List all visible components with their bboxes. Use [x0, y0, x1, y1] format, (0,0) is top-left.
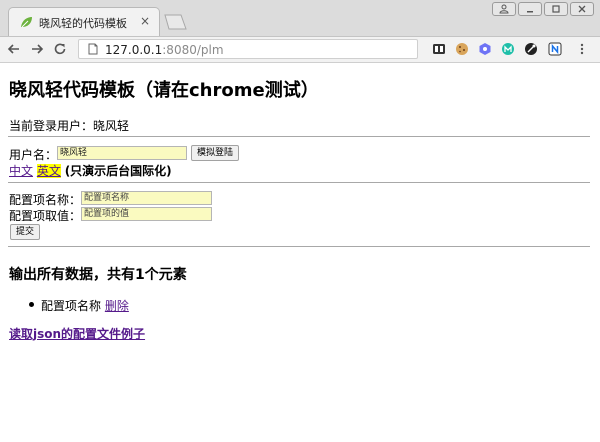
- mercury-extension-icon[interactable]: [501, 42, 515, 56]
- cookie-extension-icon[interactable]: [455, 42, 469, 56]
- browser-tab[interactable]: 晓风轻的代码模板 ×: [8, 7, 160, 36]
- close-window-button[interactable]: [570, 2, 594, 16]
- chinese-link[interactable]: 中文: [9, 164, 33, 178]
- url-text: 127.0.0.1:8080/plm: [105, 43, 224, 57]
- new-tab-button[interactable]: [162, 14, 188, 30]
- browser-toolbar: 127.0.0.1:8080/plm: [0, 37, 600, 63]
- list-item-name: 配置项名称: [41, 299, 102, 313]
- reload-icon[interactable]: [52, 41, 68, 57]
- person-icon: [499, 4, 509, 14]
- language-note: (只演示后台国际化): [64, 164, 172, 178]
- notion-extension-icon[interactable]: [548, 42, 562, 56]
- english-link[interactable]: 英文: [36, 164, 61, 178]
- close-icon: [578, 5, 586, 13]
- leaf-icon: [21, 17, 32, 28]
- login-button[interactable]: 模拟登陆: [191, 145, 240, 161]
- tab-title: 晓风轻的代码模板: [39, 17, 127, 30]
- json-example-line: 读取json的配置文件例子: [9, 325, 145, 342]
- language-line: 中文 英文 (只演示后台国际化): [9, 162, 172, 179]
- forward-arrow-icon[interactable]: [29, 41, 45, 57]
- window-controls: [492, 2, 594, 16]
- list-bullet: [29, 302, 34, 307]
- page-info-icon[interactable]: [87, 43, 99, 55]
- minimize-button[interactable]: [518, 2, 542, 16]
- delete-link[interactable]: 删除: [105, 299, 129, 313]
- username-label: 用户名：: [9, 148, 58, 162]
- config-name-input[interactable]: 配置项名称: [81, 191, 212, 205]
- profile-button[interactable]: [492, 2, 516, 16]
- back-arrow-icon[interactable]: [6, 41, 22, 57]
- page-title: 晓风轻代码模板（请在chrome测试）: [9, 80, 319, 101]
- reader-extension-icon[interactable]: [432, 42, 446, 56]
- address-bar[interactable]: 127.0.0.1:8080/plm: [78, 39, 418, 59]
- config-value-input[interactable]: 配置项的值: [81, 207, 212, 221]
- current-user-line: 当前登录用户：晓风轻: [9, 117, 129, 134]
- menu-icon[interactable]: [575, 42, 589, 56]
- minimize-icon: [527, 11, 533, 13]
- current-user-label: 当前登录用户：: [9, 119, 94, 133]
- json-example-link[interactable]: 读取json的配置文件例子: [9, 327, 145, 341]
- output-heading: 输出所有数据，共有1个元素: [9, 267, 187, 283]
- color-picker-extension-icon[interactable]: [524, 42, 538, 56]
- maximize-button[interactable]: [544, 2, 568, 16]
- divider: [8, 182, 590, 183]
- url-path: :8080/plm: [162, 43, 224, 57]
- submit-button[interactable]: 提交: [10, 224, 41, 240]
- config-name-label: 配置项名称：: [9, 193, 82, 207]
- list-item: 配置项名称 删除: [41, 297, 129, 314]
- tab-close-button[interactable]: ×: [140, 14, 150, 28]
- maximize-icon: [552, 5, 560, 13]
- url-host: 127.0.0.1: [105, 43, 163, 57]
- divider: [8, 136, 590, 137]
- config-value-label: 配置项取值：: [9, 209, 82, 223]
- page-content: 晓风轻代码模板（请在chrome测试） 当前登录用户：晓风轻 用户名： 晓风轻 …: [0, 62, 600, 442]
- current-user-name: 晓风轻: [93, 119, 130, 133]
- username-input[interactable]: 晓风轻: [57, 146, 187, 160]
- shield-extension-icon[interactable]: [478, 42, 492, 56]
- divider: [8, 246, 590, 247]
- browser-titlebar: 晓风轻的代码模板 ×: [0, 0, 600, 37]
